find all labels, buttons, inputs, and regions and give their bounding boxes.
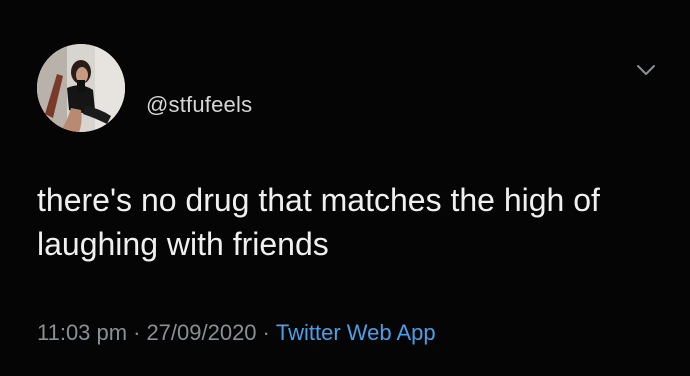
separator: · — [133, 320, 141, 345]
user-handle[interactable]: @stfufeels — [146, 92, 252, 118]
tweet-meta: 11:03 pm · 27/09/2020 · Twitter Web App — [37, 320, 436, 346]
separator: · — [262, 320, 270, 345]
chevron-down-icon[interactable] — [635, 62, 657, 78]
tweet-card: @stfufeels there's no drug that matches … — [0, 0, 690, 376]
tweet-text: there's no drug that matches the high of… — [37, 182, 600, 262]
tweet-date[interactable]: 27/09/2020 — [146, 320, 256, 345]
tweet-time[interactable]: 11:03 pm — [37, 320, 127, 345]
tweet-source-link[interactable]: Twitter Web App — [276, 320, 436, 345]
avatar[interactable] — [37, 44, 125, 132]
profile-photo-icon — [37, 44, 125, 132]
